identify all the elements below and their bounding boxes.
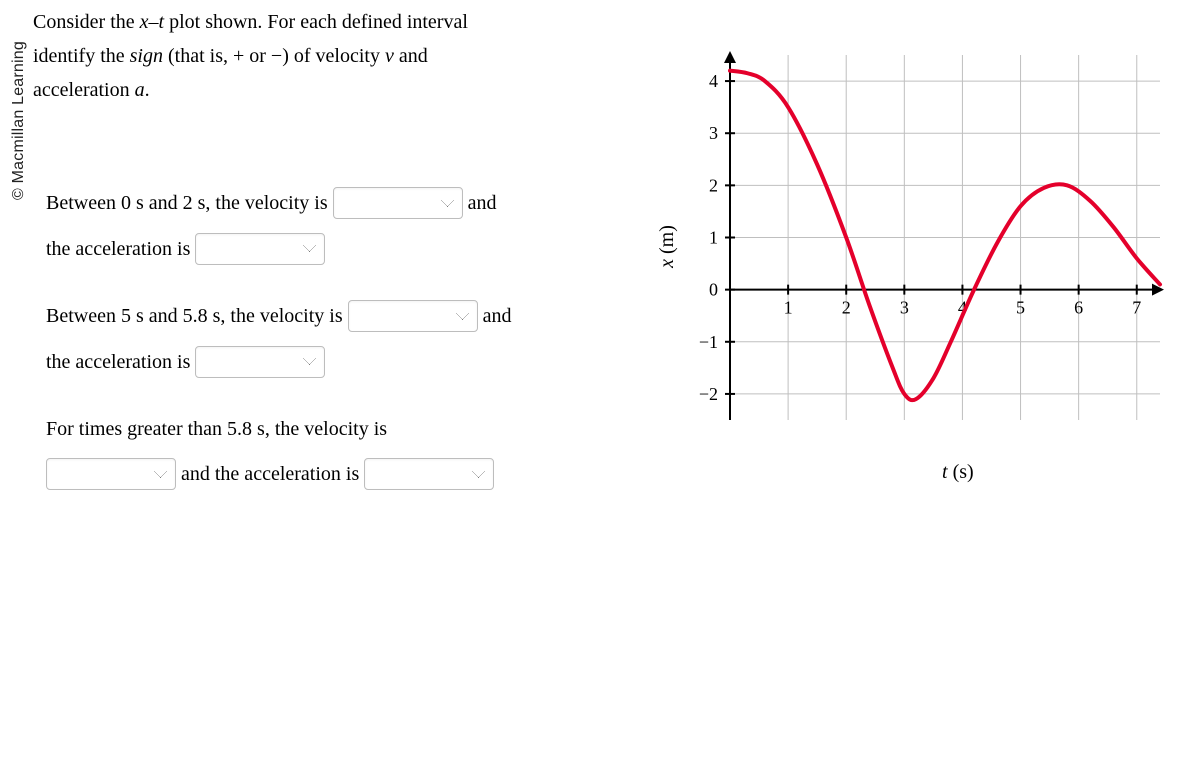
prompt-text: acceleration <box>33 79 135 101</box>
answer-area: Between 0 s and 2 s, the velocity is and… <box>46 180 626 514</box>
q1-and: and <box>468 181 497 225</box>
question-1: Between 0 s and 2 s, the velocity is and… <box>46 180 626 271</box>
chart-svg: 1234567−2−101234 <box>660 40 1180 480</box>
prompt-text: x–t <box>140 11 164 33</box>
svg-text:1: 1 <box>709 228 718 248</box>
copyright-text: © Macmillan Learning <box>10 41 28 200</box>
q1-velocity-select[interactable] <box>333 187 463 219</box>
q1-text2: the acceleration is <box>46 227 190 271</box>
q2-acceleration-select[interactable] <box>195 346 325 378</box>
x-axis-label: t (s) <box>942 461 974 484</box>
prompt-text: plot shown. For each defined interval <box>164 11 468 33</box>
svg-text:1: 1 <box>784 298 793 318</box>
q3-acceleration-select[interactable] <box>364 458 494 490</box>
q3-velocity-select[interactable] <box>46 458 176 490</box>
svg-text:2: 2 <box>842 298 851 318</box>
question-2: Between 5 s and 5.8 s, the velocity is a… <box>46 293 626 384</box>
svg-text:3: 3 <box>900 298 909 318</box>
prompt-text: v <box>385 45 394 67</box>
svg-text:7: 7 <box>1132 298 1141 318</box>
prompt-text: (that is, + or −) of velocity <box>163 45 385 67</box>
q1-text: Between 0 s and 2 s, the velocity is <box>46 181 328 225</box>
svg-text:2: 2 <box>709 175 718 195</box>
q3-mid: and the acceleration is <box>181 452 359 496</box>
prompt-text: . <box>145 79 150 101</box>
prompt-text: a <box>135 79 145 101</box>
svg-text:0: 0 <box>709 280 718 300</box>
q2-velocity-select[interactable] <box>348 300 478 332</box>
svg-text:−1: −1 <box>699 332 718 352</box>
svg-text:5: 5 <box>1016 298 1025 318</box>
question-3: For times greater than 5.8 s, the veloci… <box>46 406 626 497</box>
svg-text:6: 6 <box>1074 298 1083 318</box>
q3-text: For times greater than 5.8 s, the veloci… <box>46 407 387 451</box>
q2-text2: the acceleration is <box>46 340 190 384</box>
prompt-text: Consider the <box>33 11 140 33</box>
svg-text:3: 3 <box>709 123 718 143</box>
prompt-text: sign <box>130 45 163 67</box>
svg-text:−2: −2 <box>699 384 718 404</box>
prompt-text: and <box>394 45 428 67</box>
prompt-text: identify the <box>33 45 130 67</box>
question-prompt: Consider the x–t plot shown. For each de… <box>33 5 593 107</box>
y-axis-label: x (m) <box>656 225 679 268</box>
q2-text: Between 5 s and 5.8 s, the velocity is <box>46 294 343 338</box>
svg-text:4: 4 <box>709 71 718 91</box>
xt-plot: 1234567−2−101234 x (m) t (s) <box>660 40 1180 480</box>
q1-acceleration-select[interactable] <box>195 233 325 265</box>
q2-and: and <box>483 294 512 338</box>
